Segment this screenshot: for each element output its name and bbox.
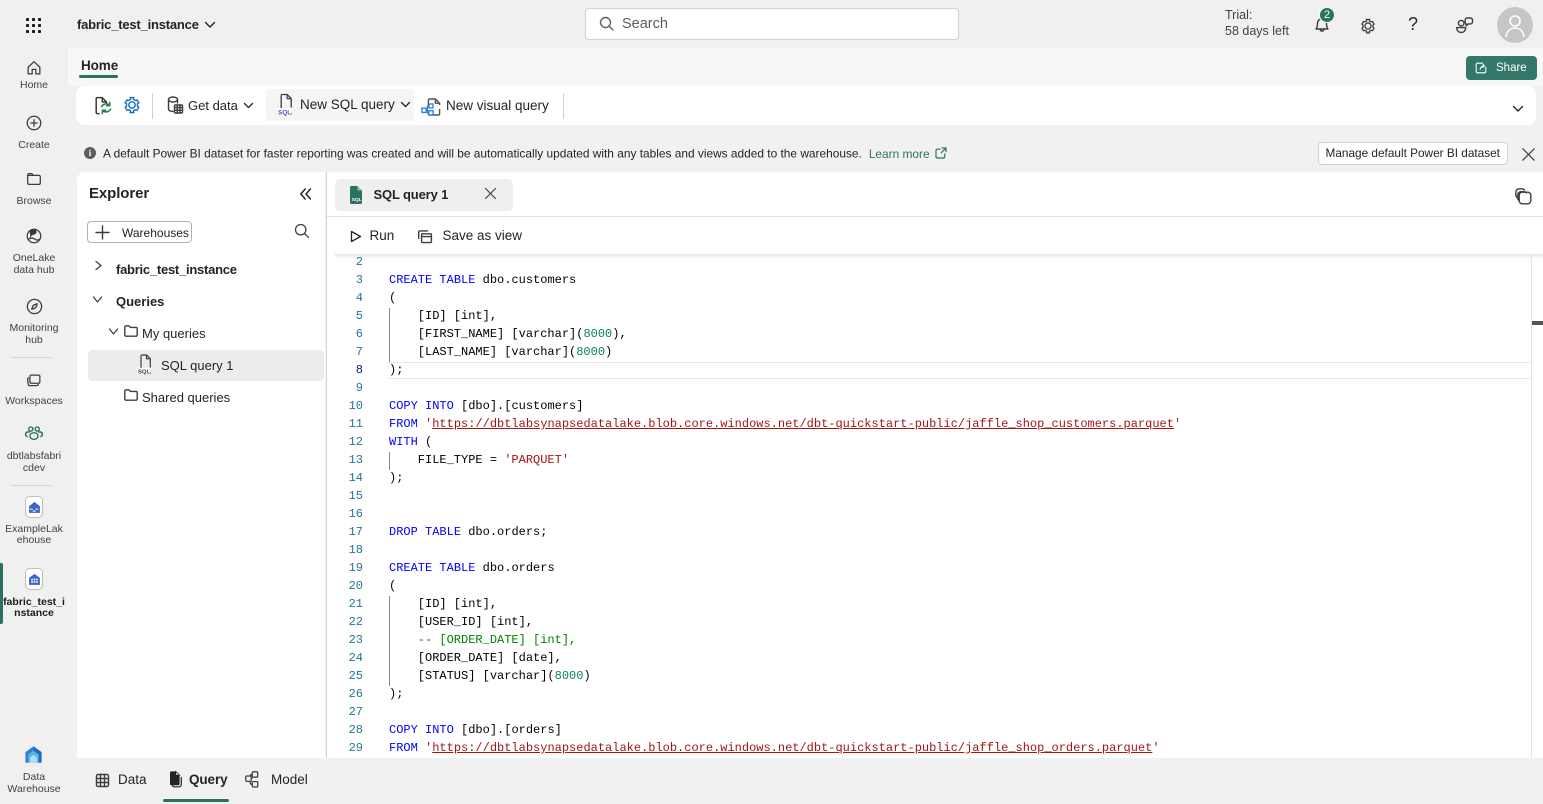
svg-text:SQL: SQL	[138, 370, 151, 376]
svg-text:SQL: SQL	[352, 197, 362, 203]
svg-text:SQL: SQL	[278, 109, 291, 116]
